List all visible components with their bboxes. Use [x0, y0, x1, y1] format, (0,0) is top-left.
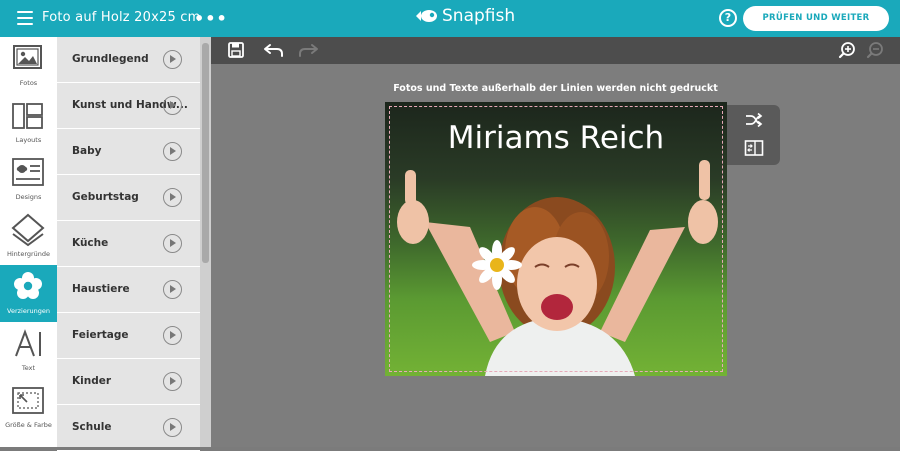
shuffle-icon[interactable] [744, 112, 764, 128]
editor-toolbar [211, 37, 900, 64]
size-color-icon [12, 387, 44, 414]
rail-item-label: Hintergründe [6, 250, 51, 258]
photo-action-panel [727, 105, 780, 165]
backgrounds-icon [11, 213, 45, 247]
undo-icon[interactable] [263, 41, 285, 59]
print-safe-line [389, 106, 723, 372]
play-icon[interactable] [163, 188, 182, 207]
category-item[interactable]: Feiertage [57, 313, 200, 359]
layouts-icon [12, 103, 43, 129]
category-item[interactable]: Kinder [57, 359, 200, 405]
category-item[interactable]: Grundlegend [57, 37, 200, 83]
rail-item-label: Fotos [19, 79, 38, 87]
scrollbar-thumb[interactable] [202, 43, 209, 263]
print-area-notice: Fotos und Texte außerhalb der Linien wer… [393, 83, 718, 94]
category-item[interactable]: Haustiere [57, 267, 200, 313]
photo-canvas[interactable]: Miriams Reich [385, 102, 727, 376]
menu-icon[interactable] [17, 11, 33, 25]
review-continue-button[interactable]: PRÜFEN UND WEITER [743, 6, 889, 31]
zoom-out-icon[interactable] [866, 41, 885, 60]
play-icon[interactable] [163, 234, 182, 253]
category-label: Feiertage [72, 329, 129, 341]
rail-item-designs[interactable]: Designs [0, 151, 57, 208]
text-icon [15, 329, 41, 357]
category-item[interactable]: Kunst und Handw... [57, 83, 200, 129]
document-title: Foto auf Holz 20x25 cm [42, 10, 201, 25]
redo-icon[interactable] [297, 41, 319, 59]
category-label: Geburtstag [72, 191, 139, 203]
rail-item-layouts[interactable]: Layouts [0, 94, 57, 151]
rail-item-fotos[interactable]: Fotos [0, 37, 57, 94]
play-icon[interactable] [163, 50, 182, 69]
category-scrollbar[interactable] [200, 37, 211, 447]
designs-icon [12, 158, 44, 186]
rail-item-label: Größe & Farbe [5, 421, 52, 429]
category-item[interactable]: Baby [57, 129, 200, 175]
category-label: Haustiere [72, 283, 130, 295]
more-options-icon[interactable]: ••• [194, 9, 228, 28]
rail-item-label: Text [21, 364, 36, 372]
rail-item-text[interactable]: Text [0, 322, 57, 379]
brand-name: Snapfish [442, 6, 516, 26]
category-label: Baby [72, 145, 102, 157]
play-icon[interactable] [163, 142, 182, 161]
zoom-in-icon[interactable] [838, 41, 857, 60]
play-icon[interactable] [163, 96, 182, 115]
category-label: Kinder [72, 375, 112, 387]
rail-item-label: Designs [15, 193, 42, 201]
category-label: Grundlegend [72, 53, 149, 65]
help-icon[interactable]: ? [719, 9, 737, 27]
embellishments-icon [14, 272, 42, 299]
category-label: Küche [72, 237, 109, 249]
rail-item-label: Verzierungen [7, 307, 50, 315]
photos-icon [13, 45, 42, 69]
category-item[interactable]: Schule [57, 405, 200, 451]
rail-item-embellishments[interactable]: Verzierungen [0, 265, 57, 322]
category-item[interactable]: Küche [57, 221, 200, 267]
fish-logo-icon [416, 10, 437, 22]
play-icon[interactable] [163, 280, 182, 299]
rail-item-size-color[interactable]: Größe & Farbe [0, 379, 57, 436]
embellishment-category-list: Grundlegend Kunst und Handw... Baby Gebu… [57, 37, 200, 451]
brand-logo: Snapfish [414, 6, 515, 26]
save-icon[interactable] [227, 41, 245, 59]
category-item[interactable]: Geburtstag [57, 175, 200, 221]
category-label: Schule [72, 421, 112, 433]
swap-layout-icon[interactable] [744, 139, 764, 157]
play-icon[interactable] [163, 372, 182, 391]
top-bar: Foto auf Holz 20x25 cm ••• Snapfish ? PR… [0, 0, 900, 37]
tool-rail: Fotos Layouts Designs Hintergründe Verzi… [0, 37, 57, 447]
design-canvas-area: Fotos und Texte außerhalb der Linien wer… [211, 64, 900, 447]
play-icon[interactable] [163, 418, 182, 437]
play-icon[interactable] [163, 326, 182, 345]
rail-item-backgrounds[interactable]: Hintergründe [0, 208, 57, 265]
rail-item-label: Layouts [15, 136, 42, 144]
